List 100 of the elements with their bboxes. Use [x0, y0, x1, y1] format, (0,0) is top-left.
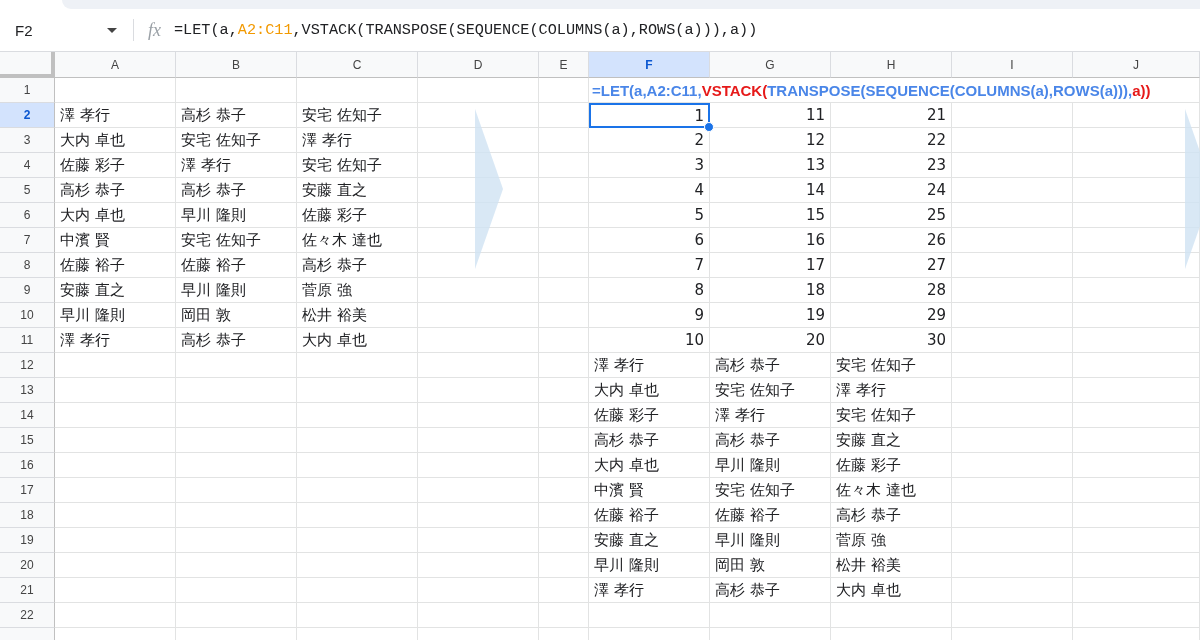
- table-cell: 大内 卓也: [297, 328, 418, 353]
- table-cell: 佐々木 達也: [831, 478, 952, 503]
- table-cell: 3: [589, 153, 710, 178]
- table-cell: 21: [831, 103, 952, 128]
- row-header[interactable]: 18: [0, 503, 55, 528]
- column-header[interactable]: H: [831, 52, 952, 78]
- table-cell: [539, 153, 589, 178]
- table-cell: 早川 隆則: [55, 303, 176, 328]
- table-cell: [539, 178, 589, 203]
- row-header[interactable]: 10: [0, 303, 55, 328]
- row-header[interactable]: 13: [0, 378, 55, 403]
- formula-field[interactable]: =LET(a,A2:C11,VSTACK(TRANSPOSE(SEQUENCE(COLUMNS(a),ROWS(a))),a)): [174, 21, 758, 39]
- table-cell: 20: [710, 328, 831, 353]
- row-header[interactable]: 4: [0, 153, 55, 178]
- table-cell: 安宅 佐知子: [297, 103, 418, 128]
- table-cell: 2: [589, 128, 710, 153]
- row-header[interactable]: 20: [0, 553, 55, 578]
- row-header[interactable]: 8: [0, 253, 55, 278]
- row-header[interactable]: 5: [0, 178, 55, 203]
- table-cell: 高杉 恭子: [55, 178, 176, 203]
- row-header[interactable]: 14: [0, 403, 55, 428]
- row-header[interactable]: 19: [0, 528, 55, 553]
- table-cell: 25: [831, 203, 952, 228]
- row-header[interactable]: 1: [0, 78, 55, 103]
- row-header[interactable]: 11: [0, 328, 55, 353]
- table-cell: 高杉 恭子: [710, 428, 831, 453]
- table-cell: 松井 裕美: [831, 553, 952, 578]
- column-header[interactable]: J: [1073, 52, 1200, 78]
- table-cell: [539, 253, 589, 278]
- table-cell: [539, 203, 589, 228]
- row-header[interactable]: 12: [0, 353, 55, 378]
- name-box[interactable]: F2: [0, 21, 95, 39]
- table-cell: [539, 378, 589, 403]
- table-cell: 菅原 強: [831, 528, 952, 553]
- table-cell: 11: [710, 103, 831, 128]
- table-cell: 10: [589, 328, 710, 353]
- column-header[interactable]: A: [55, 52, 176, 78]
- row-header[interactable]: 22: [0, 603, 55, 628]
- table-cell: 6: [589, 228, 710, 253]
- table-cell: 30: [831, 328, 952, 353]
- table-cell: 安宅 佐知子: [831, 403, 952, 428]
- row-header[interactable]: 2: [0, 103, 55, 128]
- table-cell: 安宅 佐知子: [710, 378, 831, 403]
- column-header[interactable]: I: [952, 52, 1073, 78]
- caret-icon[interactable]: [107, 27, 117, 33]
- table-cell: 14: [710, 178, 831, 203]
- table-cell: [539, 303, 589, 328]
- table-cell: 26: [831, 228, 952, 253]
- row-header[interactable]: 21: [0, 578, 55, 603]
- table-cell: 松井 裕美: [297, 303, 418, 328]
- row-header[interactable]: 6: [0, 203, 55, 228]
- table-cell: 13: [710, 153, 831, 178]
- column-header[interactable]: C: [297, 52, 418, 78]
- table-cell: [539, 128, 589, 153]
- table-cell: 高杉 恭子: [176, 103, 297, 128]
- table-cell: [539, 603, 589, 628]
- column-header[interactable]: G: [710, 52, 831, 78]
- table-cell: 大内 卓也: [589, 453, 710, 478]
- table-cell: 高杉 恭子: [297, 253, 418, 278]
- row-header[interactable]: 17: [0, 478, 55, 503]
- row-header[interactable]: 7: [0, 228, 55, 253]
- table-cell: 安宅 佐知子: [710, 478, 831, 503]
- table-cell: 澤 孝行: [176, 153, 297, 178]
- table-cell: 澤 孝行: [831, 378, 952, 403]
- row-header[interactable]: 15: [0, 428, 55, 453]
- table-cell: [539, 103, 589, 128]
- table-cell: 17: [710, 253, 831, 278]
- table-cell: [539, 503, 589, 528]
- column-header[interactable]: B: [176, 52, 297, 78]
- column-header[interactable]: E: [539, 52, 589, 78]
- column-header[interactable]: D: [418, 52, 539, 78]
- column-header[interactable]: F: [589, 52, 710, 78]
- table-cell: 大内 卓也: [55, 203, 176, 228]
- chevron-arrow-icon: [1185, 109, 1200, 269]
- table-cell: =LET(a,A2:C11,VSTACK(TRANSPOSE(SEQUENCE(COLUMNS(a),ROWS(a))),a)): [589, 78, 1200, 103]
- row-header[interactable]: 9: [0, 278, 55, 303]
- table-cell: 澤 孝行: [297, 128, 418, 153]
- table-cell: [539, 453, 589, 478]
- table-cell: 安宅 佐知子: [176, 128, 297, 153]
- table-cell: 12: [710, 128, 831, 153]
- table-cell: 澤 孝行: [55, 103, 176, 128]
- table-cell: 佐藤 彩子: [589, 403, 710, 428]
- table-cell: 澤 孝行: [55, 328, 176, 353]
- table-cell: [539, 228, 589, 253]
- table-cell: 佐藤 裕子: [589, 503, 710, 528]
- table-cell: 大内 卓也: [55, 128, 176, 153]
- row-header[interactable]: 16: [0, 453, 55, 478]
- row-header[interactable]: 3: [0, 128, 55, 153]
- table-cell: 18: [710, 278, 831, 303]
- table-cell: 高杉 恭子: [710, 353, 831, 378]
- table-cell: 佐藤 彩子: [55, 153, 176, 178]
- table-cell: 高杉 恭子: [710, 578, 831, 603]
- table-cell: 9: [589, 303, 710, 328]
- table-cell: 佐藤 裕子: [176, 253, 297, 278]
- chevron-arrow-icon: [475, 109, 503, 269]
- table-cell: [539, 278, 589, 303]
- table-cell: [539, 403, 589, 428]
- fill-handle[interactable]: [704, 122, 714, 132]
- table-cell: 澤 孝行: [710, 403, 831, 428]
- table-cell: 7: [589, 253, 710, 278]
